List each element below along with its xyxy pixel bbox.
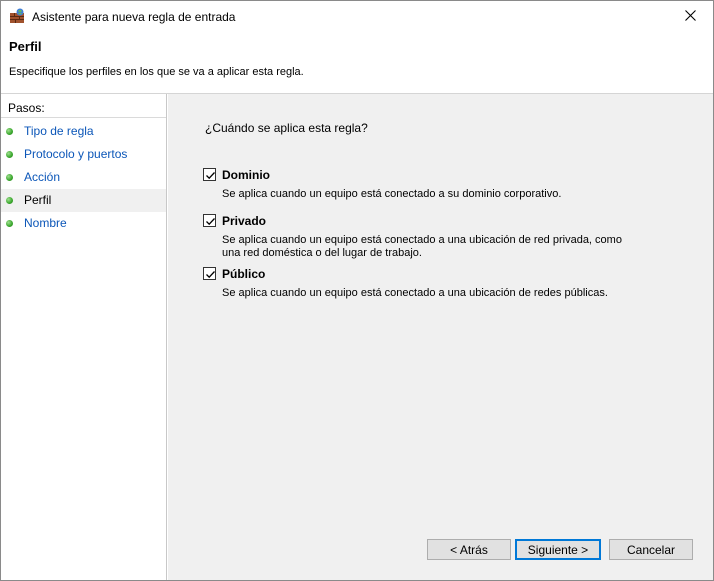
next-button[interactable]: Siguiente > xyxy=(515,539,601,560)
wizard-header: Perfil Especifique los perfiles en los q… xyxy=(1,32,713,93)
window-title: Asistente para nueva regla de entrada xyxy=(32,10,236,24)
wizard-window: Asistente para nueva regla de entrada Pe… xyxy=(0,0,714,581)
close-button[interactable] xyxy=(667,1,713,32)
close-icon xyxy=(684,9,696,24)
publico-label[interactable]: Público xyxy=(222,267,265,281)
privado-description: Se aplica cuando un equipo está conectad… xyxy=(222,234,622,259)
step-nombre[interactable]: Nombre xyxy=(1,212,166,235)
dominio-label[interactable]: Dominio xyxy=(222,168,270,182)
step-label: Nombre xyxy=(24,216,67,230)
step-label: Acción xyxy=(24,170,61,184)
privado-label[interactable]: Privado xyxy=(222,214,266,228)
step-tipo-de-regla[interactable]: Tipo de regla xyxy=(1,120,166,143)
step-accion[interactable]: Acción xyxy=(1,166,166,189)
firewall-icon xyxy=(9,8,25,24)
steps-list: Tipo de regla Protocolo y puertos Acción… xyxy=(1,120,166,235)
privado-checkbox[interactable] xyxy=(203,214,216,227)
back-button[interactable]: < Atrás xyxy=(427,539,511,560)
publico-description: Se aplica cuando un equipo está conectad… xyxy=(222,287,608,299)
title-bar: Asistente para nueva regla de entrada xyxy=(1,1,713,32)
step-label: Perfil xyxy=(24,193,52,207)
page-description: Especifique los perfiles en los que se v… xyxy=(9,66,304,78)
step-protocolo-y-puertos[interactable]: Protocolo y puertos xyxy=(1,143,166,166)
cancel-button[interactable]: Cancelar xyxy=(609,539,693,560)
steps-sidebar: Pasos: Tipo de regla Protocolo y puertos… xyxy=(1,94,167,580)
step-status-icon xyxy=(6,174,13,181)
step-status-icon xyxy=(6,197,13,204)
dominio-description: Se aplica cuando un equipo está conectad… xyxy=(222,188,562,200)
step-status-icon xyxy=(6,220,13,227)
page-title: Perfil xyxy=(9,39,42,54)
step-status-icon xyxy=(6,128,13,135)
step-label: Tipo de regla xyxy=(24,124,94,138)
dominio-checkbox[interactable] xyxy=(203,168,216,181)
publico-checkbox[interactable] xyxy=(203,267,216,280)
step-status-icon xyxy=(6,151,13,158)
step-label: Protocolo y puertos xyxy=(24,147,128,161)
steps-heading: Pasos: xyxy=(1,96,166,118)
question-label: ¿Cuándo se aplica esta regla? xyxy=(205,121,368,135)
step-perfil: Perfil xyxy=(1,189,166,212)
profile-panel: ¿Cuándo se aplica esta regla? Dominio Se… xyxy=(168,94,713,580)
